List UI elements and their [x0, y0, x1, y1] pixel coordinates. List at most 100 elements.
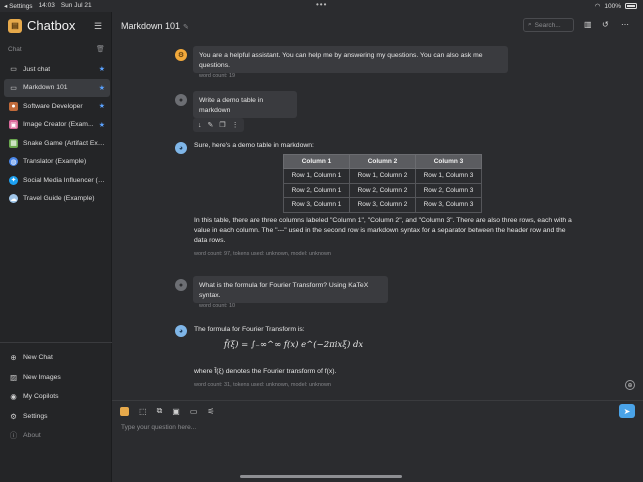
message-input[interactable]: Type your question here... [121, 424, 196, 431]
user-avatar-icon: ● [175, 94, 187, 106]
scroll-to-bottom-icon[interactable]: ⊕ [625, 380, 635, 390]
assistant-avatar-icon: ◕ [175, 325, 187, 337]
session-item-software-developer[interactable]: ● Software Developer ★ [4, 97, 110, 116]
user-message[interactable]: Write a demo table in markdown word coun… [193, 91, 297, 124]
table-cell: Row 3, Column 3 [415, 197, 482, 213]
search-input[interactable]: ⌕ Search... [523, 18, 574, 32]
app-title: Chatbox [27, 18, 76, 33]
chat-icon: ▭ [10, 66, 17, 74]
system-message[interactable]: You are a helpful assistant. You can hel… [193, 46, 508, 79]
system-avatar-icon: ⚙ [175, 49, 187, 61]
user-avatar-icon: ● [175, 279, 187, 291]
more-menu-icon[interactable]: ⋯ [621, 20, 629, 29]
table-row: Row 2, Column 1 Row 2, Column 2 Row 2, C… [283, 182, 482, 198]
star-icon[interactable]: ★ [99, 65, 105, 73]
markdown-table: Column 1 Column 2 Column 3 Row 1, Column… [283, 154, 482, 213]
about-label: About [23, 432, 41, 440]
section-label-chat: Chat [8, 46, 22, 53]
session-item-translator[interactable]: ◍ Translator (Example) [4, 153, 110, 172]
edit-title-icon[interactable]: ✎ [183, 24, 189, 31]
new-images-button[interactable]: ▨ New Images [4, 368, 110, 388]
new-chat-button[interactable]: ⊕ New Chat [4, 348, 110, 368]
folder-icon[interactable]: ▭ [190, 407, 198, 416]
message-meta: word count: 31, tokens used: unknown, mo… [194, 382, 331, 388]
table-cell: Row 1, Column 1 [283, 168, 350, 184]
copy-icon[interactable]: ❐ [219, 121, 225, 129]
session-label: Software Developer [23, 102, 83, 110]
toolbox-icon[interactable]: ▥ [584, 20, 592, 29]
history-icon[interactable]: ↺ [602, 20, 609, 29]
new-images-label: New Images [23, 373, 61, 381]
model-settings-icon[interactable] [120, 406, 129, 416]
more-vertical-icon[interactable]: ⋮ [232, 121, 239, 129]
session-item-just-chat[interactable]: ▭ Just chat ★ [4, 60, 110, 79]
my-copilots-button[interactable]: ◉ My Copilots [4, 387, 110, 407]
multitask-dots[interactable]: ••• [316, 0, 327, 9]
table-cell: Row 2, Column 1 [283, 182, 350, 198]
session-label: Image Creator (Exam... [23, 121, 94, 129]
sidebar: ▤ Chatbox ☰ Chat 🗑 ▭ Just chat ★ ▭ Markd… [0, 12, 112, 482]
sliders-icon[interactable]: ⚟ [207, 407, 214, 416]
chatbox-logo-icon: ▤ [8, 18, 22, 33]
bird-icon: ✦ [9, 175, 18, 185]
session-label: Just chat [23, 65, 51, 73]
globe-icon: ◍ [9, 157, 18, 167]
message-actions: ↓ ✎ ❐ ⋮ [193, 118, 244, 132]
wifi-icon: ◠ [594, 3, 601, 10]
session-item-social-media-influencer[interactable]: ✦ Social Media Influencer (E... [4, 171, 110, 190]
brand: ▤ Chatbox [8, 18, 75, 33]
session-item-image-creator[interactable]: ▣ Image Creator (Exam... ★ [4, 116, 110, 135]
table-header: Column 1 [283, 154, 350, 169]
back-to-settings[interactable]: ◂ Settings [4, 2, 33, 10]
sidebar-divider [0, 342, 112, 343]
trash-icon[interactable]: 🗑 [96, 45, 105, 53]
chat-title-text: Markdown 101 [121, 21, 181, 31]
settings-button[interactable]: ⚙ Settings [4, 407, 110, 427]
session-item-markdown-101[interactable]: ▭ Markdown 101 ★ [4, 78, 110, 97]
about-button[interactable]: ⓘ About [4, 426, 110, 446]
star-icon[interactable]: ★ [99, 84, 105, 92]
table-row: Row 1, Column 1 Row 1, Column 2 Row 1, C… [283, 168, 482, 184]
message-meta: word count: 19 [199, 73, 236, 79]
composer-toolbar: ⬚ ⧉ ▣ ▭ ⚟ [120, 406, 215, 416]
edit-icon[interactable]: ✎ [208, 121, 214, 129]
developer-avatar-icon: ● [9, 101, 18, 111]
session-label: Translator (Example) [23, 158, 87, 166]
assistant-intro-text: Sure, here's a demo table in markdown: [194, 142, 314, 149]
chat-bubbles-icon[interactable]: ⧉ [157, 406, 163, 416]
session-item-snake-game[interactable]: ▦ Snake Game (Artifact Exa... [4, 134, 110, 153]
assistant-avatar-icon: ◕ [175, 142, 187, 154]
user-message-text: Write a demo table in markdown [199, 97, 264, 114]
battery-percent: 100% [604, 2, 621, 10]
star-icon[interactable]: ★ [99, 121, 105, 129]
plus-circle-icon: ⊕ [10, 353, 17, 363]
session-list: ▭ Just chat ★ ▭ Markdown 101 ★ ● Softwar… [4, 60, 110, 208]
session-label: Travel Guide (Example) [23, 195, 95, 203]
sidebar-collapse-icon[interactable]: ☰ [94, 21, 102, 32]
star-icon[interactable]: ★ [99, 102, 105, 110]
arrow-down-icon[interactable]: ↓ [198, 122, 202, 129]
status-time: 14:03 [38, 2, 55, 9]
session-label: Social Media Influencer (E... [23, 176, 105, 184]
table-cell: Row 2, Column 3 [415, 182, 482, 198]
session-item-travel-guide[interactable]: ☁ Travel Guide (Example) [4, 190, 110, 209]
image-icon[interactable]: ▣ [172, 407, 180, 416]
assistant-outro-text: where f̂(ξ) denotes the Fourier transfor… [194, 368, 337, 375]
settings-label: Settings [23, 412, 48, 420]
user-message-text: What is the formula for Fourier Transfor… [199, 282, 369, 299]
chat-title[interactable]: Markdown 101 ✎ [121, 21, 189, 31]
send-button[interactable]: ➤ [619, 404, 635, 418]
table-cell: Row 1, Column 3 [415, 168, 482, 184]
search-icon: ⌕ [528, 21, 532, 28]
message-meta: word count: 10 [199, 303, 236, 309]
user-message[interactable]: What is the formula for Fourier Transfor… [193, 276, 388, 309]
session-label: Snake Game (Artifact Exa... [23, 139, 105, 147]
image-icon: ▣ [9, 120, 18, 130]
info-icon: ⓘ [9, 431, 18, 441]
system-message-text: You are a helpful assistant. You can hel… [199, 52, 483, 69]
table-header: Column 3 [415, 154, 482, 169]
selection-icon[interactable]: ⬚ [139, 407, 147, 416]
session-label: Markdown 101 [23, 84, 68, 92]
home-indicator [240, 475, 402, 478]
table-header: Column 2 [349, 154, 416, 169]
